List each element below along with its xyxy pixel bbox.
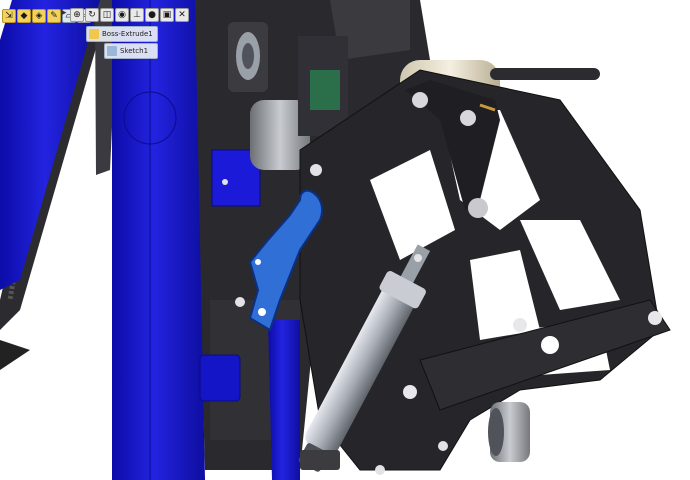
toolbar-flyout-arrow[interactable]: ▸ bbox=[62, 8, 67, 18]
bearing bbox=[228, 22, 268, 92]
appearance-icon[interactable]: ● bbox=[145, 8, 159, 22]
section-view-icon[interactable]: ◫ bbox=[100, 8, 114, 22]
zoom-area-icon[interactable]: ⊕ bbox=[70, 8, 84, 22]
breadcrumb: Boss-Extrude1 Sketch1 bbox=[86, 26, 158, 60]
part-icon[interactable]: ◆ bbox=[17, 9, 31, 23]
assembly-model[interactable] bbox=[0, 0, 690, 480]
sketch-icon bbox=[107, 46, 117, 56]
expand-arrow-icon[interactable]: ⇲ bbox=[2, 9, 16, 23]
breadcrumb-sketch[interactable]: Sketch1 bbox=[104, 43, 158, 59]
model-viewport[interactable]: ⇲ ◆ ◈ ✎ ▱ ⌕ ▸ ⊕ ↻ ◫ ◉ ⊥ ● ▣ ✕ Boss-Extru… bbox=[0, 0, 690, 480]
close-icon[interactable]: ✕ bbox=[175, 8, 189, 22]
sketch-icon[interactable]: ✎ bbox=[47, 9, 61, 23]
breadcrumb-sketch-label: Sketch1 bbox=[120, 47, 149, 55]
view-tools: ⊕ ↻ ◫ ◉ ⊥ ● ▣ ✕ bbox=[70, 8, 189, 22]
hide-show-icon[interactable]: ◉ bbox=[115, 8, 129, 22]
lower-bearing bbox=[488, 402, 530, 462]
extrude-icon bbox=[89, 29, 99, 39]
rotate-icon[interactable]: ↻ bbox=[85, 8, 99, 22]
normal-to-icon[interactable]: ⊥ bbox=[130, 8, 144, 22]
display-style-icon[interactable]: ▣ bbox=[160, 8, 174, 22]
feature-icon[interactable]: ◈ bbox=[32, 9, 46, 23]
breadcrumb-feature[interactable]: Boss-Extrude1 bbox=[86, 26, 158, 42]
breadcrumb-feature-label: Boss-Extrude1 bbox=[102, 30, 153, 38]
